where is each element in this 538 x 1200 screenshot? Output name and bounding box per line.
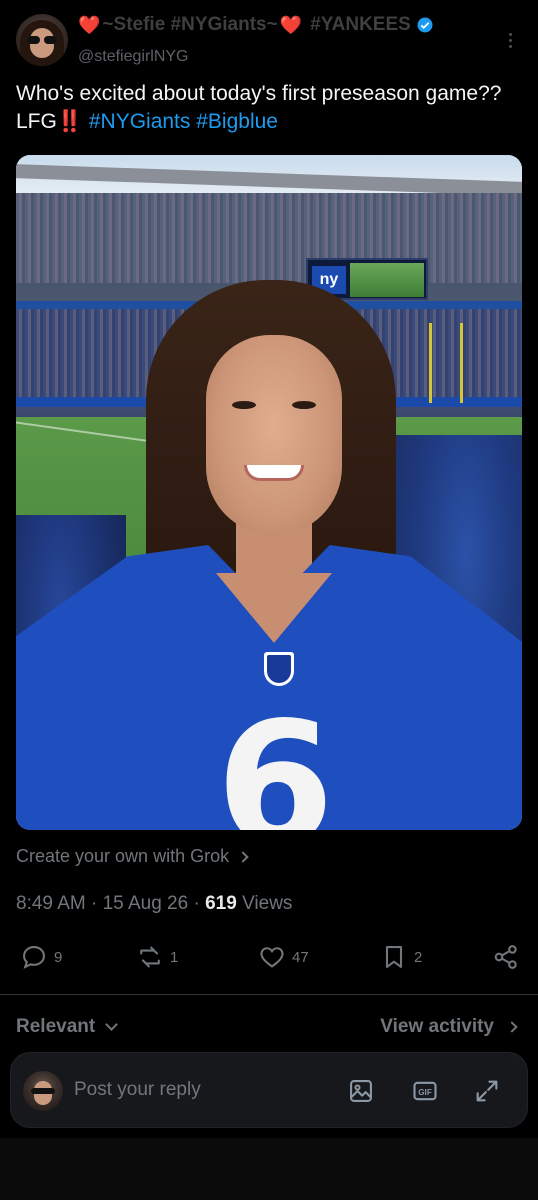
goalpost	[429, 323, 463, 403]
reply-icon	[23, 946, 45, 969]
display-name-part-1: ~Stefie #NYGiants~	[102, 14, 278, 35]
sort-dropdown[interactable]: Relevant	[16, 1016, 119, 1038]
grok-create-link[interactable]: Create your own with Grok	[16, 846, 249, 867]
meta-separator: ·	[193, 893, 200, 914]
chevron-right-icon	[237, 850, 249, 863]
more-icon[interactable]	[502, 33, 518, 49]
image-icon[interactable]	[347, 1077, 375, 1105]
author-avatar[interactable]	[16, 14, 68, 66]
heart-icon	[260, 947, 284, 968]
gif-icon[interactable]: GIF	[411, 1077, 439, 1105]
sort-label: Relevant	[16, 1016, 96, 1037]
view-activity-link[interactable]: View activity	[380, 1016, 518, 1038]
share-button[interactable]	[492, 943, 520, 971]
expand-icon[interactable]	[473, 1077, 501, 1105]
reply-input[interactable]: Post your reply	[74, 1079, 201, 1101]
tweet-header: ❤️ ~Stefie #NYGiants~ ❤️ #YANKEES @stefi…	[0, 0, 538, 76]
tweet-date[interactable]: 15 Aug 26	[103, 893, 189, 914]
heart-emoji-icon: ❤️	[279, 14, 303, 35]
verified-badge-icon	[417, 17, 433, 33]
person-face	[206, 335, 342, 535]
repost-button[interactable]: 1	[136, 943, 178, 971]
jersey-number: 6	[216, 686, 335, 830]
like-button[interactable]: 47	[258, 943, 309, 971]
double-exclamation-emoji-icon: ‼️	[56, 110, 83, 133]
heart-emoji-icon: ❤️	[78, 14, 101, 35]
like-count: 47	[292, 948, 309, 966]
repost-count: 1	[170, 948, 179, 966]
view-activity-label: View activity	[380, 1016, 494, 1037]
views-count[interactable]: 619	[205, 893, 237, 914]
hashtag-nygiants[interactable]: #NYGiants	[89, 110, 191, 133]
author-display-name[interactable]: ❤️ ~Stefie #NYGiants~ ❤️ #YANKEES	[78, 14, 434, 36]
author-handle[interactable]: @stefiegirlNYG	[78, 48, 189, 66]
repost-icon	[140, 946, 160, 968]
tweet-meta: 8:49 AM · 15 Aug 26 · 619 Views	[16, 893, 292, 915]
tweet-time[interactable]: 8:49 AM	[16, 893, 86, 914]
bottom-navigation-area	[0, 1138, 538, 1200]
user-avatar	[23, 1071, 63, 1111]
views-label: Views	[242, 893, 293, 914]
tweet-photo[interactable]: ny 6	[16, 155, 522, 830]
svg-text:GIF: GIF	[418, 1088, 432, 1097]
reply-composer[interactable]: Post your reply GIF	[10, 1052, 528, 1128]
bookmark-count: 2	[414, 948, 423, 966]
grok-link-label: Create your own with Grok	[16, 846, 230, 866]
reply-count: 9	[54, 948, 63, 966]
display-name-part-2: #YANKEES	[310, 14, 411, 35]
meta-separator: ·	[91, 893, 98, 914]
chevron-down-icon	[105, 1017, 119, 1031]
bookmark-button[interactable]: 2	[380, 943, 422, 971]
tweet-actions: 9 1 47 2	[0, 935, 538, 979]
nfl-shield-icon	[264, 652, 294, 686]
bookmark-icon	[385, 946, 403, 968]
hashtag-bigblue[interactable]: #Bigblue	[196, 110, 278, 133]
reply-button[interactable]: 9	[20, 943, 62, 971]
chevron-right-icon	[506, 1021, 518, 1033]
divider	[0, 994, 538, 995]
tweet-text: Who's excited about today's first presea…	[16, 80, 516, 136]
share-icon	[494, 945, 517, 969]
